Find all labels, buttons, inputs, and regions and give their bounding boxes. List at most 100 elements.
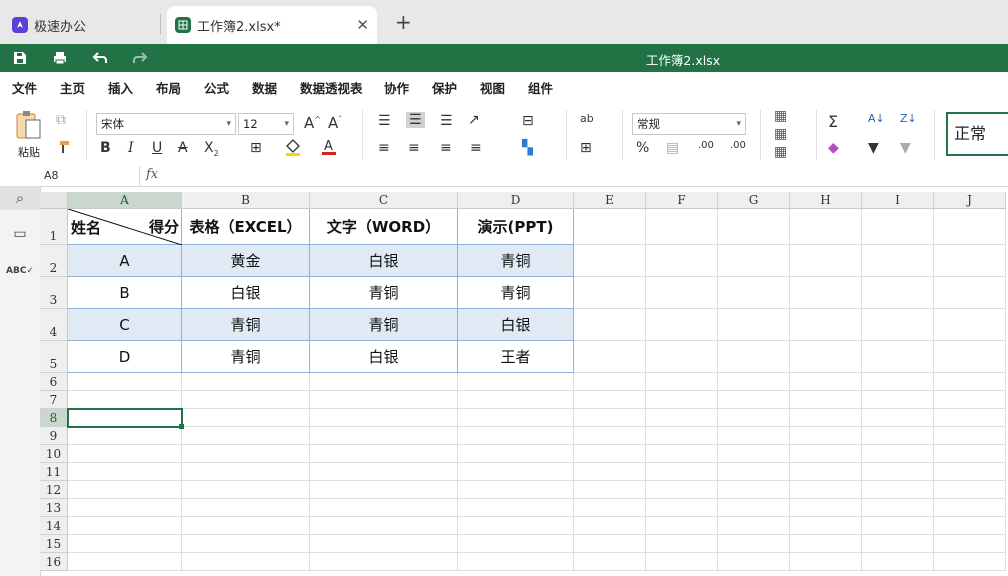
cell-D2[interactable]: 青铜 xyxy=(458,245,574,277)
cell-F13[interactable] xyxy=(646,499,718,517)
cell-C3[interactable]: 青铜 xyxy=(310,277,458,309)
cell-F1[interactable] xyxy=(646,209,718,245)
increase-decimal-icon[interactable]: .00 xyxy=(730,140,746,151)
cell-F10[interactable] xyxy=(646,445,718,463)
cell-D11[interactable] xyxy=(458,463,574,481)
cell-E13[interactable] xyxy=(574,499,646,517)
column-header-I[interactable]: I xyxy=(862,192,934,209)
cell-E11[interactable] xyxy=(574,463,646,481)
paste-icon[interactable] xyxy=(14,110,42,146)
cell-B12[interactable] xyxy=(182,481,310,499)
row-header-6[interactable]: 6 xyxy=(40,373,68,391)
font-color-icon[interactable]: A xyxy=(322,138,336,160)
cell-E1[interactable] xyxy=(574,209,646,245)
cell-A6[interactable] xyxy=(68,373,182,391)
cell-F9[interactable] xyxy=(646,427,718,445)
format-cells-icon[interactable]: ▦ xyxy=(774,144,787,160)
cell-D1[interactable]: 演示(PPT) xyxy=(458,209,574,245)
cell-B11[interactable] xyxy=(182,463,310,481)
cell-D14[interactable] xyxy=(458,517,574,535)
cell-I1[interactable] xyxy=(862,209,934,245)
cell-J3[interactable] xyxy=(934,277,1006,309)
cell-J8[interactable] xyxy=(934,409,1006,427)
cell-J6[interactable] xyxy=(934,373,1006,391)
format-painter-icon[interactable] xyxy=(56,140,70,158)
cell-C12[interactable] xyxy=(310,481,458,499)
cell-J1[interactable] xyxy=(934,209,1006,245)
sort-descending-icon[interactable]: Z↓ xyxy=(900,112,917,125)
insert-cells-icon[interactable]: ▦ xyxy=(774,108,787,124)
cell-G7[interactable] xyxy=(718,391,790,409)
cell-H13[interactable] xyxy=(790,499,862,517)
cell-C7[interactable] xyxy=(310,391,458,409)
column-header-G[interactable]: G xyxy=(718,192,790,209)
fill-handle[interactable] xyxy=(179,424,184,429)
cell-C10[interactable] xyxy=(310,445,458,463)
cell-E2[interactable] xyxy=(574,245,646,277)
filter-icon[interactable]: ▼ xyxy=(868,140,879,156)
italic-icon[interactable]: I xyxy=(128,140,134,156)
cell-I16[interactable] xyxy=(862,553,934,571)
cell-A7[interactable] xyxy=(68,391,182,409)
cell-I8[interactable] xyxy=(862,409,934,427)
cell-E4[interactable] xyxy=(574,309,646,341)
cell-B5[interactable]: 青铜 xyxy=(182,341,310,373)
cell-B6[interactable] xyxy=(182,373,310,391)
cell-D8[interactable] xyxy=(458,409,574,427)
row-header-10[interactable]: 10 xyxy=(40,445,68,463)
delete-cells-icon[interactable]: ▦ xyxy=(774,126,787,142)
tab-workbook[interactable]: 工作簿2.xlsx* ✕ xyxy=(167,6,377,44)
cell-F15[interactable] xyxy=(646,535,718,553)
cell-I11[interactable] xyxy=(862,463,934,481)
cell-F16[interactable] xyxy=(646,553,718,571)
cell-I6[interactable] xyxy=(862,373,934,391)
cell-D7[interactable] xyxy=(458,391,574,409)
cell-G15[interactable] xyxy=(718,535,790,553)
cell-J15[interactable] xyxy=(934,535,1006,553)
clear-icon[interactable]: ◆ xyxy=(828,140,839,156)
sort-ascending-icon[interactable]: A↓ xyxy=(868,112,885,125)
column-header-A[interactable]: A xyxy=(68,192,182,209)
cell-A11[interactable] xyxy=(68,463,182,481)
menu-layout[interactable]: 布局 xyxy=(156,78,181,97)
cell-J7[interactable] xyxy=(934,391,1006,409)
row-header-5[interactable]: 5 xyxy=(40,341,68,373)
cell-A13[interactable] xyxy=(68,499,182,517)
fill-color-icon[interactable] xyxy=(284,138,302,160)
cell-B2[interactable]: 黄金 xyxy=(182,245,310,277)
cell-D4[interactable]: 白银 xyxy=(458,309,574,341)
align-right-icon[interactable]: ≡ xyxy=(440,140,452,156)
menu-insert[interactable]: 插入 xyxy=(108,78,133,97)
align-top-icon[interactable]: ☰ xyxy=(378,113,391,129)
cell-I15[interactable] xyxy=(862,535,934,553)
copy-icon[interactable]: ⧉ xyxy=(56,112,66,128)
cell-C8[interactable] xyxy=(310,409,458,427)
percent-icon[interactable]: % xyxy=(636,140,649,156)
cell-E10[interactable] xyxy=(574,445,646,463)
cell-B13[interactable] xyxy=(182,499,310,517)
wrap-text-icon[interactable]: ⊟ xyxy=(522,113,534,129)
cell-D12[interactable] xyxy=(458,481,574,499)
formula-input[interactable] xyxy=(168,169,968,183)
select-all-corner[interactable] xyxy=(40,192,68,209)
cell-I2[interactable] xyxy=(862,245,934,277)
justify-icon[interactable]: ≡ xyxy=(470,140,482,156)
cell-H11[interactable] xyxy=(790,463,862,481)
menu-pivot-table[interactable]: 数据透视表 xyxy=(300,78,363,97)
cell-E8[interactable] xyxy=(574,409,646,427)
cell-E12[interactable] xyxy=(574,481,646,499)
cell-C6[interactable] xyxy=(310,373,458,391)
spellcheck-icon[interactable]: ABC✓ xyxy=(0,266,40,276)
cell-E15[interactable] xyxy=(574,535,646,553)
cell-G10[interactable] xyxy=(718,445,790,463)
cell-H5[interactable] xyxy=(790,341,862,373)
borders-icon[interactable]: ⊞ xyxy=(250,140,262,156)
menu-view[interactable]: 视图 xyxy=(480,78,505,97)
decrease-decimal-icon[interactable]: .00 xyxy=(698,140,714,151)
cell-C4[interactable]: 青铜 xyxy=(310,309,458,341)
cell-J2[interactable] xyxy=(934,245,1006,277)
cell-F5[interactable] xyxy=(646,341,718,373)
cell-H2[interactable] xyxy=(790,245,862,277)
cell-I14[interactable] xyxy=(862,517,934,535)
cell-E7[interactable] xyxy=(574,391,646,409)
